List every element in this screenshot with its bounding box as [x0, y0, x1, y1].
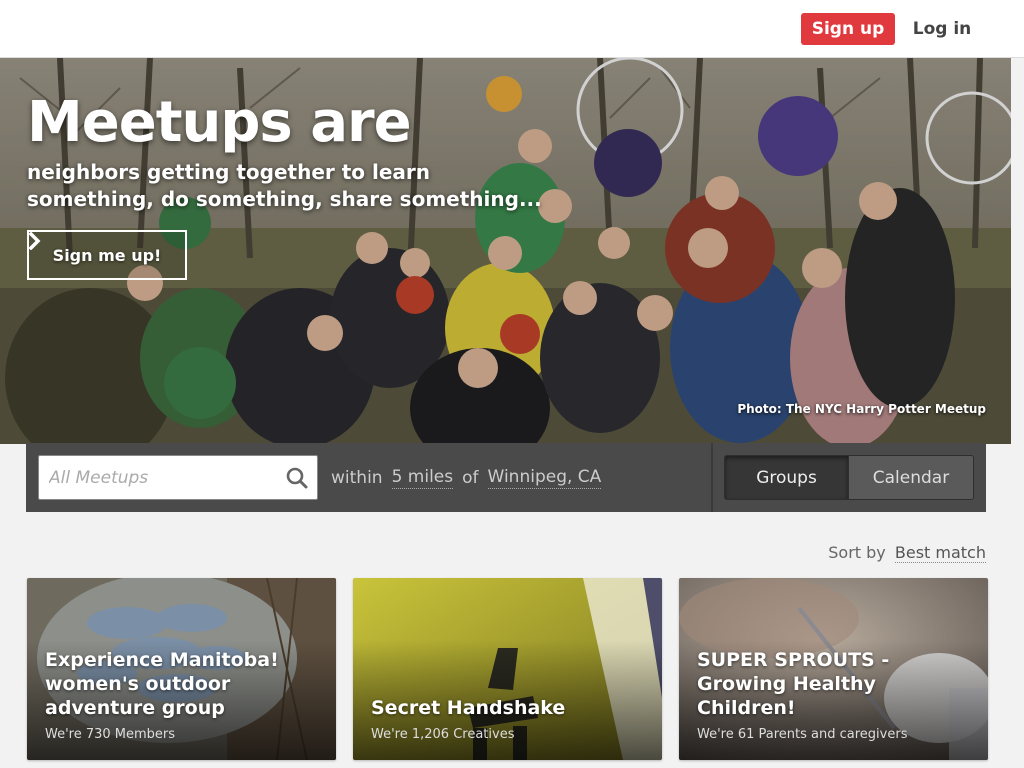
search-divider — [711, 443, 713, 512]
within-label: within — [331, 468, 383, 488]
search-box — [38, 455, 318, 500]
tab-groups[interactable]: Groups — [725, 456, 848, 499]
search-bar: within 5 miles of Winnipeg, CA Groups Ca… — [26, 443, 986, 512]
hero-title: Meetups are — [27, 90, 412, 155]
search-icon[interactable] — [285, 466, 309, 490]
card-member-count: We're 730 Members — [45, 727, 176, 742]
of-label: of — [462, 468, 479, 488]
card-title: SUPER SPROUTS - Growing Healthy Children… — [697, 649, 890, 719]
location-filter: within 5 miles of Winnipeg, CA — [331, 465, 602, 491]
group-card[interactable]: Secret Handshake We're 1,206 Creatives — [353, 578, 662, 760]
group-card[interactable]: Experience Manitoba! women's outdoor adv… — [27, 578, 336, 760]
card-member-count: We're 1,206 Creatives — [371, 727, 515, 742]
tab-calendar[interactable]: Calendar — [848, 456, 973, 499]
photo-credit: Photo: The NYC Harry Potter Meetup — [737, 402, 986, 416]
search-input[interactable] — [39, 456, 279, 499]
top-navbar: Sign up Log in — [0, 0, 1024, 58]
card-title: Secret Handshake — [371, 697, 566, 719]
signup-cta-button[interactable]: Sign me up! — [27, 230, 187, 280]
sort-control: Sort by Best match — [828, 543, 986, 563]
chevron-right-icon — [29, 232, 41, 250]
sort-label: Sort by — [828, 543, 886, 562]
location-dropdown[interactable]: Winnipeg, CA — [487, 467, 602, 489]
group-card[interactable]: SUPER SPROUTS - Growing Healthy Children… — [679, 578, 988, 760]
card-member-count: We're 61 Parents and caregivers — [697, 727, 908, 742]
signup-button[interactable]: Sign up — [801, 13, 895, 45]
view-toggle: Groups Calendar — [724, 455, 974, 500]
sort-dropdown[interactable]: Best match — [894, 543, 986, 563]
radius-dropdown[interactable]: 5 miles — [391, 467, 454, 489]
hero-subtitle: neighbors getting together to learn some… — [27, 160, 542, 211]
signup-cta-label: Sign me up! — [52, 245, 162, 265]
hero-banner: Meetups are neighbors getting together t… — [0, 58, 1011, 444]
card-title: Experience Manitoba! women's outdoor adv… — [45, 649, 279, 719]
login-link[interactable]: Log in — [907, 13, 977, 45]
